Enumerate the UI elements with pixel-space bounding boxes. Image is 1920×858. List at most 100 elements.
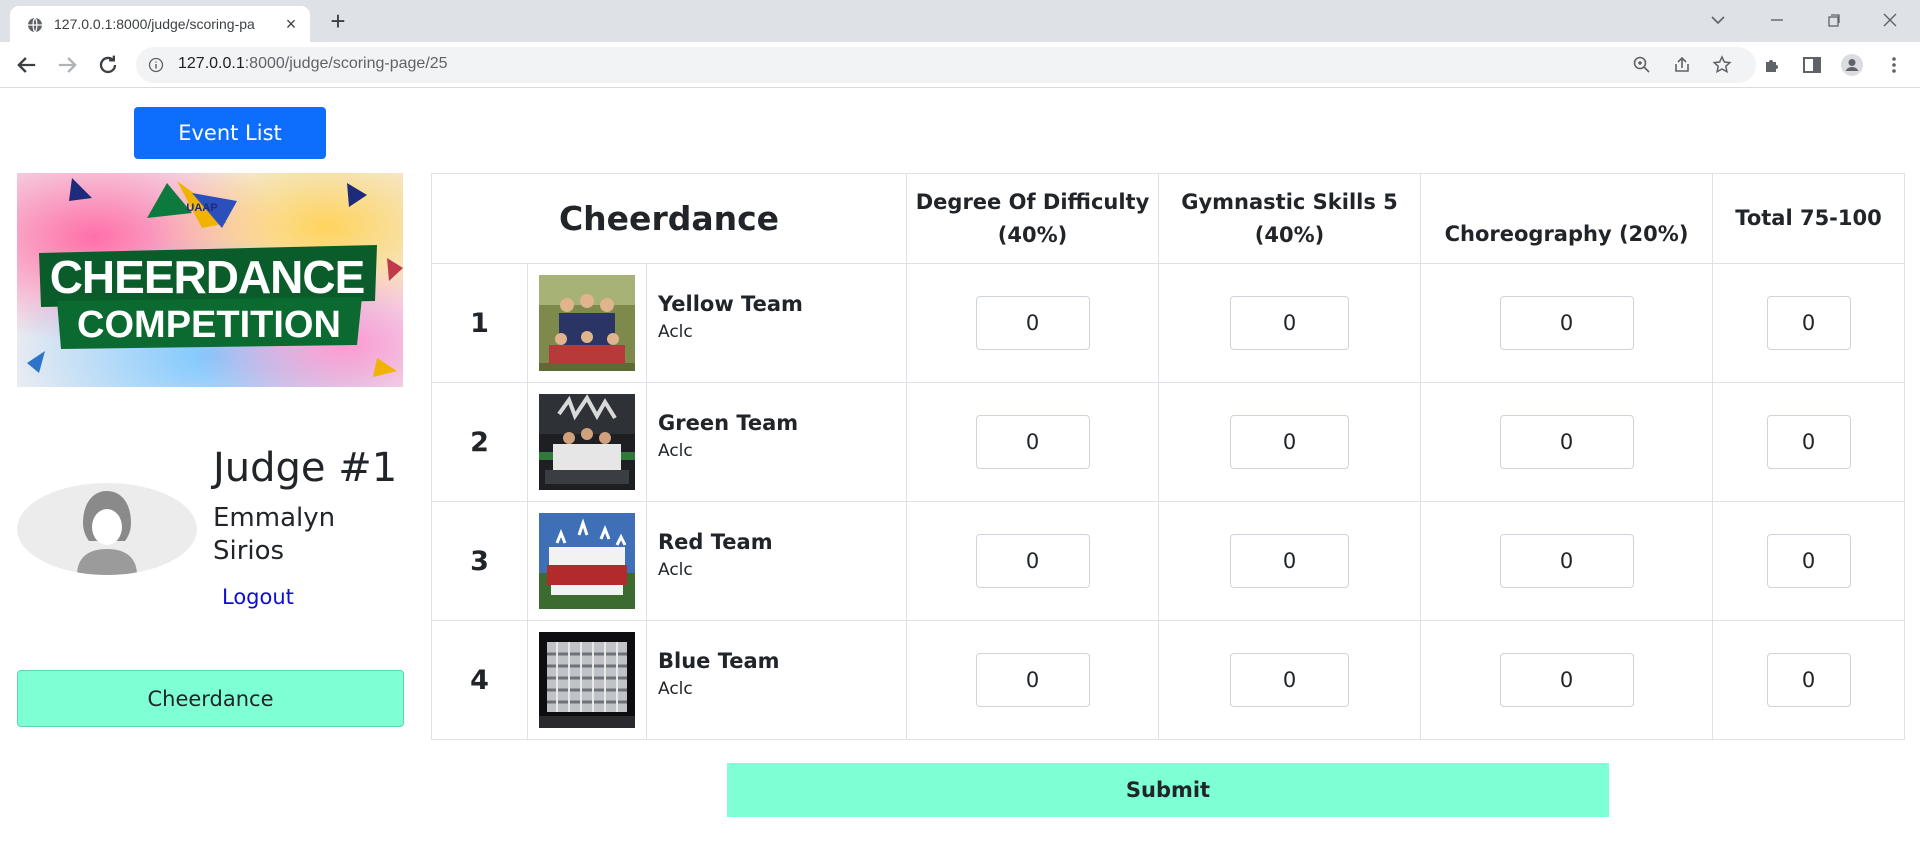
table-row: 3 Red Team Aclc xyxy=(431,501,1906,621)
address-bar[interactable]: 127.0.0.1:8000/judge/scoring-page/25 xyxy=(136,47,1756,83)
team-photo-cell xyxy=(527,382,647,502)
team-name: Blue Team xyxy=(658,649,780,673)
team-rank: 1 xyxy=(431,263,528,383)
gymnastic-score-cell xyxy=(1158,501,1422,621)
choreography-score-input[interactable] xyxy=(1499,534,1634,588)
table-row: 1 Yellow Team Aclc xyxy=(431,263,1906,383)
team-info-cell: Red Team Aclc xyxy=(645,501,908,621)
difficulty-score-cell xyxy=(906,501,1160,621)
table-header-row: Cheerdance Degree Of Difficulty (40%) Gy… xyxy=(430,173,1906,264)
scoring-table: Cheerdance Degree Of Difficulty (40%) Gy… xyxy=(430,173,1906,740)
choreography-score-cell xyxy=(1420,263,1714,383)
gymnastic-score-cell xyxy=(1158,382,1422,502)
team-school: Aclc xyxy=(658,679,693,699)
zoom-icon[interactable] xyxy=(1632,55,1652,75)
team-rank: 4 xyxy=(431,620,528,740)
logout-link[interactable]: Logout xyxy=(222,585,294,609)
tab-title: 127.0.0.1:8000/judge/scoring-pa xyxy=(54,16,255,32)
difficulty-score-input[interactable] xyxy=(975,296,1090,350)
restore-icon[interactable] xyxy=(1822,8,1846,32)
profile-avatar-icon[interactable] xyxy=(1840,53,1864,77)
judge-name: Emmalyn Sirios xyxy=(213,503,336,566)
close-window-icon[interactable] xyxy=(1878,8,1902,32)
gymnastic-score-cell xyxy=(1158,263,1422,383)
total-score-input[interactable] xyxy=(1766,415,1851,469)
browser-toolbar: 127.0.0.1:8000/judge/scoring-page/25 xyxy=(0,42,1920,88)
tab-close-icon[interactable]: × xyxy=(282,15,300,33)
gymnastic-score-input[interactable] xyxy=(1230,415,1350,469)
team-name: Red Team xyxy=(658,530,773,554)
url-path: :8000/judge/scoring-page/25 xyxy=(244,55,448,72)
team-photo-yellow xyxy=(539,275,635,371)
forward-arrow-icon[interactable] xyxy=(53,51,81,79)
gymnastic-score-input[interactable] xyxy=(1230,653,1350,707)
reload-icon[interactable] xyxy=(94,51,122,79)
difficulty-score-input[interactable] xyxy=(975,653,1090,707)
side-panel-icon[interactable] xyxy=(1800,53,1824,77)
team-school: Aclc xyxy=(658,441,693,461)
choreography-score-input[interactable] xyxy=(1499,653,1634,707)
total-score-input[interactable] xyxy=(1766,653,1851,707)
gymnastic-score-input[interactable] xyxy=(1230,296,1350,350)
team-name: Yellow Team xyxy=(658,292,803,316)
team-info-cell: Blue Team Aclc xyxy=(645,620,908,740)
team-photo-cell xyxy=(527,620,647,740)
team-info-cell: Yellow Team Aclc xyxy=(645,263,908,383)
globe-icon xyxy=(28,17,42,33)
submit-button[interactable]: Submit xyxy=(727,763,1609,817)
team-photo-cell xyxy=(527,263,647,383)
banner-logo-text: UAAP xyxy=(186,202,217,214)
difficulty-score-cell xyxy=(906,382,1160,502)
banner-title-line2: COMPETITION xyxy=(77,304,341,346)
difficulty-column-header: Degree Of Difficulty (40%) xyxy=(906,173,1160,264)
event-list-button[interactable]: Event List xyxy=(134,107,326,159)
judge-number-heading: Judge #1 xyxy=(213,445,398,491)
browser-tab[interactable]: 127.0.0.1:8000/judge/scoring-pa × xyxy=(10,6,310,42)
event-cheerdance-button[interactable]: Cheerdance xyxy=(17,670,404,727)
team-photo-green xyxy=(539,394,635,490)
choreography-score-cell xyxy=(1420,501,1714,621)
scoring-page: Event List UAAP CHEERDANCE COMPETITION J… xyxy=(0,89,1920,858)
new-tab-icon[interactable]: + xyxy=(324,8,352,36)
browser-menu-icon[interactable] xyxy=(1882,53,1906,77)
team-photo-cell xyxy=(527,501,647,621)
minimize-icon[interactable] xyxy=(1765,8,1789,32)
choreography-column-header: Choreography (20%) xyxy=(1420,173,1714,264)
team-photo-blue xyxy=(539,632,635,728)
gymnastic-score-input[interactable] xyxy=(1230,534,1350,588)
event-title-header: Cheerdance xyxy=(430,173,908,264)
total-score-cell xyxy=(1712,501,1906,621)
total-score-input[interactable] xyxy=(1766,296,1851,350)
team-rank: 3 xyxy=(431,501,528,621)
url-text[interactable]: 127.0.0.1:8000/judge/scoring-page/25 xyxy=(178,55,448,73)
team-photo-red xyxy=(539,513,635,609)
total-score-input[interactable] xyxy=(1766,534,1851,588)
tab-search-chevron-icon[interactable] xyxy=(1706,8,1730,32)
total-score-cell xyxy=(1712,620,1906,740)
team-name: Green Team xyxy=(658,411,799,435)
difficulty-score-cell xyxy=(906,620,1160,740)
gymnastic-column-header: Gymnastic Skills 5 (40%) xyxy=(1158,173,1422,264)
gymnastic-score-cell xyxy=(1158,620,1422,740)
difficulty-score-input[interactable] xyxy=(975,534,1090,588)
banner-title-line1: CHEERDANCE xyxy=(50,251,365,303)
choreography-score-cell xyxy=(1420,382,1714,502)
choreography-score-input[interactable] xyxy=(1499,415,1634,469)
choreography-score-input[interactable] xyxy=(1499,296,1634,350)
female-user-placeholder-icon xyxy=(77,491,137,575)
total-score-cell xyxy=(1712,263,1906,383)
site-info-icon[interactable] xyxy=(148,57,164,73)
bookmark-star-icon[interactable] xyxy=(1712,55,1732,75)
total-score-cell xyxy=(1712,382,1906,502)
browser-tab-strip: 127.0.0.1:8000/judge/scoring-pa × + xyxy=(0,0,1920,42)
banner-graphic: UAAP CHEERDANCE COMPETITION xyxy=(17,173,403,387)
competition-banner-image: UAAP CHEERDANCE COMPETITION xyxy=(17,173,403,387)
back-arrow-icon[interactable] xyxy=(13,51,41,79)
choreography-score-cell xyxy=(1420,620,1714,740)
table-row: 4 Blue Team Aclc xyxy=(431,620,1906,740)
url-host: 127.0.0.1 xyxy=(178,55,245,72)
difficulty-score-input[interactable] xyxy=(975,415,1090,469)
extensions-puzzle-icon[interactable] xyxy=(1761,53,1785,77)
share-icon[interactable] xyxy=(1672,55,1692,75)
team-rank: 2 xyxy=(431,382,528,502)
